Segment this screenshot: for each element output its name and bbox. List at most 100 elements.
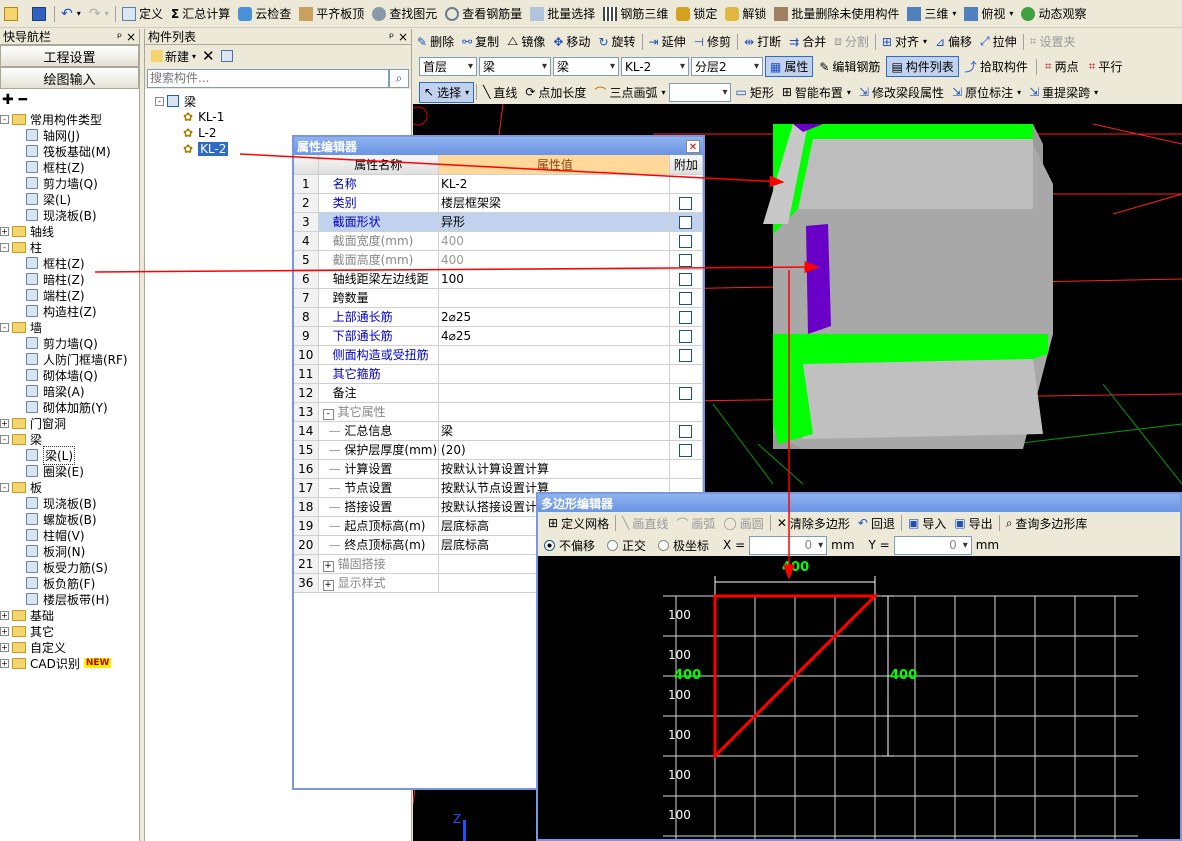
tree-item[interactable]: 构造柱(Z) [0,303,139,319]
type-select-1[interactable]: 梁 [479,57,551,76]
expand-toggle-icon[interactable]: - [0,482,9,492]
move-button[interactable]: ✥ 移动 [549,29,594,54]
drawing-input-button[interactable]: 绘图输入 [0,67,139,89]
tree-item[interactable]: 柱帽(V) [0,527,139,543]
tree-item[interactable]: 剪力墙(Q) [0,335,139,351]
expand-toggle-icon[interactable]: + [0,418,9,428]
smart-layout-button[interactable]: ⊞ 智能布置 ▾ [778,80,855,104]
property-value[interactable]: 400 [438,250,670,270]
extra-checkbox[interactable] [679,253,693,267]
expand-toggle-icon[interactable]: - [0,322,9,332]
new-button[interactable]: 新建 ▾ [151,48,196,65]
property-value[interactable]: KL-2 [438,174,670,194]
property-value[interactable]: 梁 [438,421,670,441]
tree-item[interactable]: 人防门框墙(RF) [0,351,139,367]
tree-item[interactable]: 螺旋板(B) [0,511,139,527]
extra-checkbox[interactable] [679,196,693,210]
modify-segment-button[interactable]: ⇲ 修改梁段属性 [855,80,948,104]
group-toggle-icon[interactable]: - [322,409,334,420]
extra-checkbox[interactable] [679,310,693,324]
mirror-button[interactable]: ⧍ 镜像 [503,29,549,54]
close-icon[interactable]: ✕ [686,139,700,153]
property-value[interactable] [438,402,670,422]
relift-span-button[interactable]: ⇲ 重提梁跨 ▾ [1025,80,1102,104]
delete-icon[interactable]: ✕ [202,47,215,65]
property-row[interactable]: 15— 保护层厚度(mm) (20) [294,440,704,460]
tree-item[interactable]: 轴网(J) [0,127,139,143]
tree-folder[interactable]: + 轴线 [0,223,139,239]
y-input[interactable]: 0 [893,535,972,555]
extra-checkbox[interactable] [679,291,693,305]
expand-toggle-icon[interactable]: + [0,626,9,636]
property-row[interactable]: 14— 汇总信息梁 [294,421,704,441]
rectangle-button[interactable]: ▭ 矩形 [731,80,777,104]
expand-toggle-icon[interactable]: - [0,114,9,124]
property-row[interactable]: 10 侧面构造或受扭筋 [294,345,704,365]
trim-button[interactable]: ⊣ 修剪 [690,29,735,54]
property-row[interactable]: 8 上部通长筋 2⌀25 [294,307,704,327]
property-row[interactable]: 3 截面形状 异形 [294,212,704,232]
expand-toggle-icon[interactable]: + [0,658,9,668]
polar-radio[interactable]: 极坐标 [658,537,709,554]
tree-folder[interactable]: -板 [0,479,139,495]
batch-delete-button[interactable]: 批量删除未使用构件 [770,0,903,27]
align-button[interactable]: ⊞ 对齐 ▾ [878,29,931,54]
tree-folder[interactable]: - 常用构件类型 [0,111,139,127]
tree-item[interactable]: 楼层板带(H) [0,591,139,607]
tree-folder[interactable]: + CAD识别 NEW [0,655,139,671]
property-value[interactable] [438,288,670,308]
expand-toggle-icon[interactable]: + [0,226,9,236]
extra-checkbox[interactable] [679,215,693,229]
extend-button[interactable]: ⇥ 延伸 [645,29,690,54]
property-value[interactable]: 400 [438,231,670,251]
export-button[interactable]: ▣ 导出 [950,512,996,534]
copy-button[interactable]: ⚯ 复制 [458,29,503,54]
sum-calc-button[interactable]: Σ 汇总计算 [167,0,234,27]
tree-item[interactable]: 框柱(Z) [0,255,139,271]
clear-polygon-button[interactable]: ✕ 清除多边形 [773,512,854,534]
expand-toggle-icon[interactable]: + [0,642,9,652]
property-row[interactable]: 5 截面高度(mm) 400 [294,250,704,270]
tree-item[interactable]: 板洞(N) [0,543,139,559]
properties-button[interactable]: ▦ 属性 [765,56,814,77]
tree-item[interactable]: 梁(L) [0,191,139,207]
property-value[interactable]: 楼层框架梁 [438,193,670,213]
query-library-button[interactable]: ⌕ 查询多边形库 [1002,512,1092,534]
define-grid-button[interactable]: ⊞ 定义网格 [544,512,613,534]
tree-item[interactable]: 端柱(Z) [0,287,139,303]
property-value[interactable]: (20) [438,440,670,460]
draw-arc-button[interactable]: ⌒ 画弧 [672,512,719,534]
stretch-button[interactable]: ⤢ 拉伸 [976,29,1021,54]
extra-checkbox[interactable] [679,272,693,286]
extra-checkbox[interactable] [679,234,693,248]
property-row[interactable]: 6 轴线距梁左边线距 100 [294,269,704,289]
property-value[interactable]: 异形 [438,212,670,232]
undo-icon[interactable]: ↶ ▾ [57,0,85,27]
line-button[interactable]: ╲ 直线 [479,80,521,104]
x-input[interactable]: 0 [749,535,828,555]
draw-circle-button[interactable]: ◯ 画圆 [719,512,767,534]
arc-option-select[interactable] [669,82,732,102]
pin-icon[interactable]: ᵖ × [389,30,408,44]
unlock-button[interactable]: 解锁 [721,0,770,27]
property-value[interactable]: 100 [438,269,670,289]
property-row[interactable]: 9 下部通长筋 4⌀25 [294,326,704,346]
component-select[interactable]: KL-2 [621,57,689,76]
flush-slab-top-button[interactable]: 平齐板顶 [295,0,368,27]
extra-checkbox[interactable] [679,386,693,400]
extra-checkbox[interactable] [679,348,693,362]
tree-item[interactable]: 现浇板(B) [0,495,139,511]
property-value[interactable] [438,383,670,403]
extra-checkbox[interactable] [679,443,693,457]
lock-button[interactable]: 锁定 [672,0,721,27]
polygon-canvas[interactable]: 400 400 400 100 100 100 100 100 100 [538,556,1180,839]
group-toggle-icon[interactable]: + [322,580,334,591]
edit-rebar-button[interactable]: ✎ 编辑钢筋 [815,54,884,79]
dynamic-view-button[interactable]: 动态观察 [1017,0,1090,27]
property-value[interactable] [438,345,670,365]
search-icon[interactable]: ⌕ [389,68,409,88]
property-row[interactable]: 4 截面宽度(mm) 400 [294,231,704,251]
extra-checkbox[interactable] [679,424,693,438]
open-icon[interactable] [0,0,28,27]
pin-icon[interactable]: ᵖ × [117,30,136,44]
